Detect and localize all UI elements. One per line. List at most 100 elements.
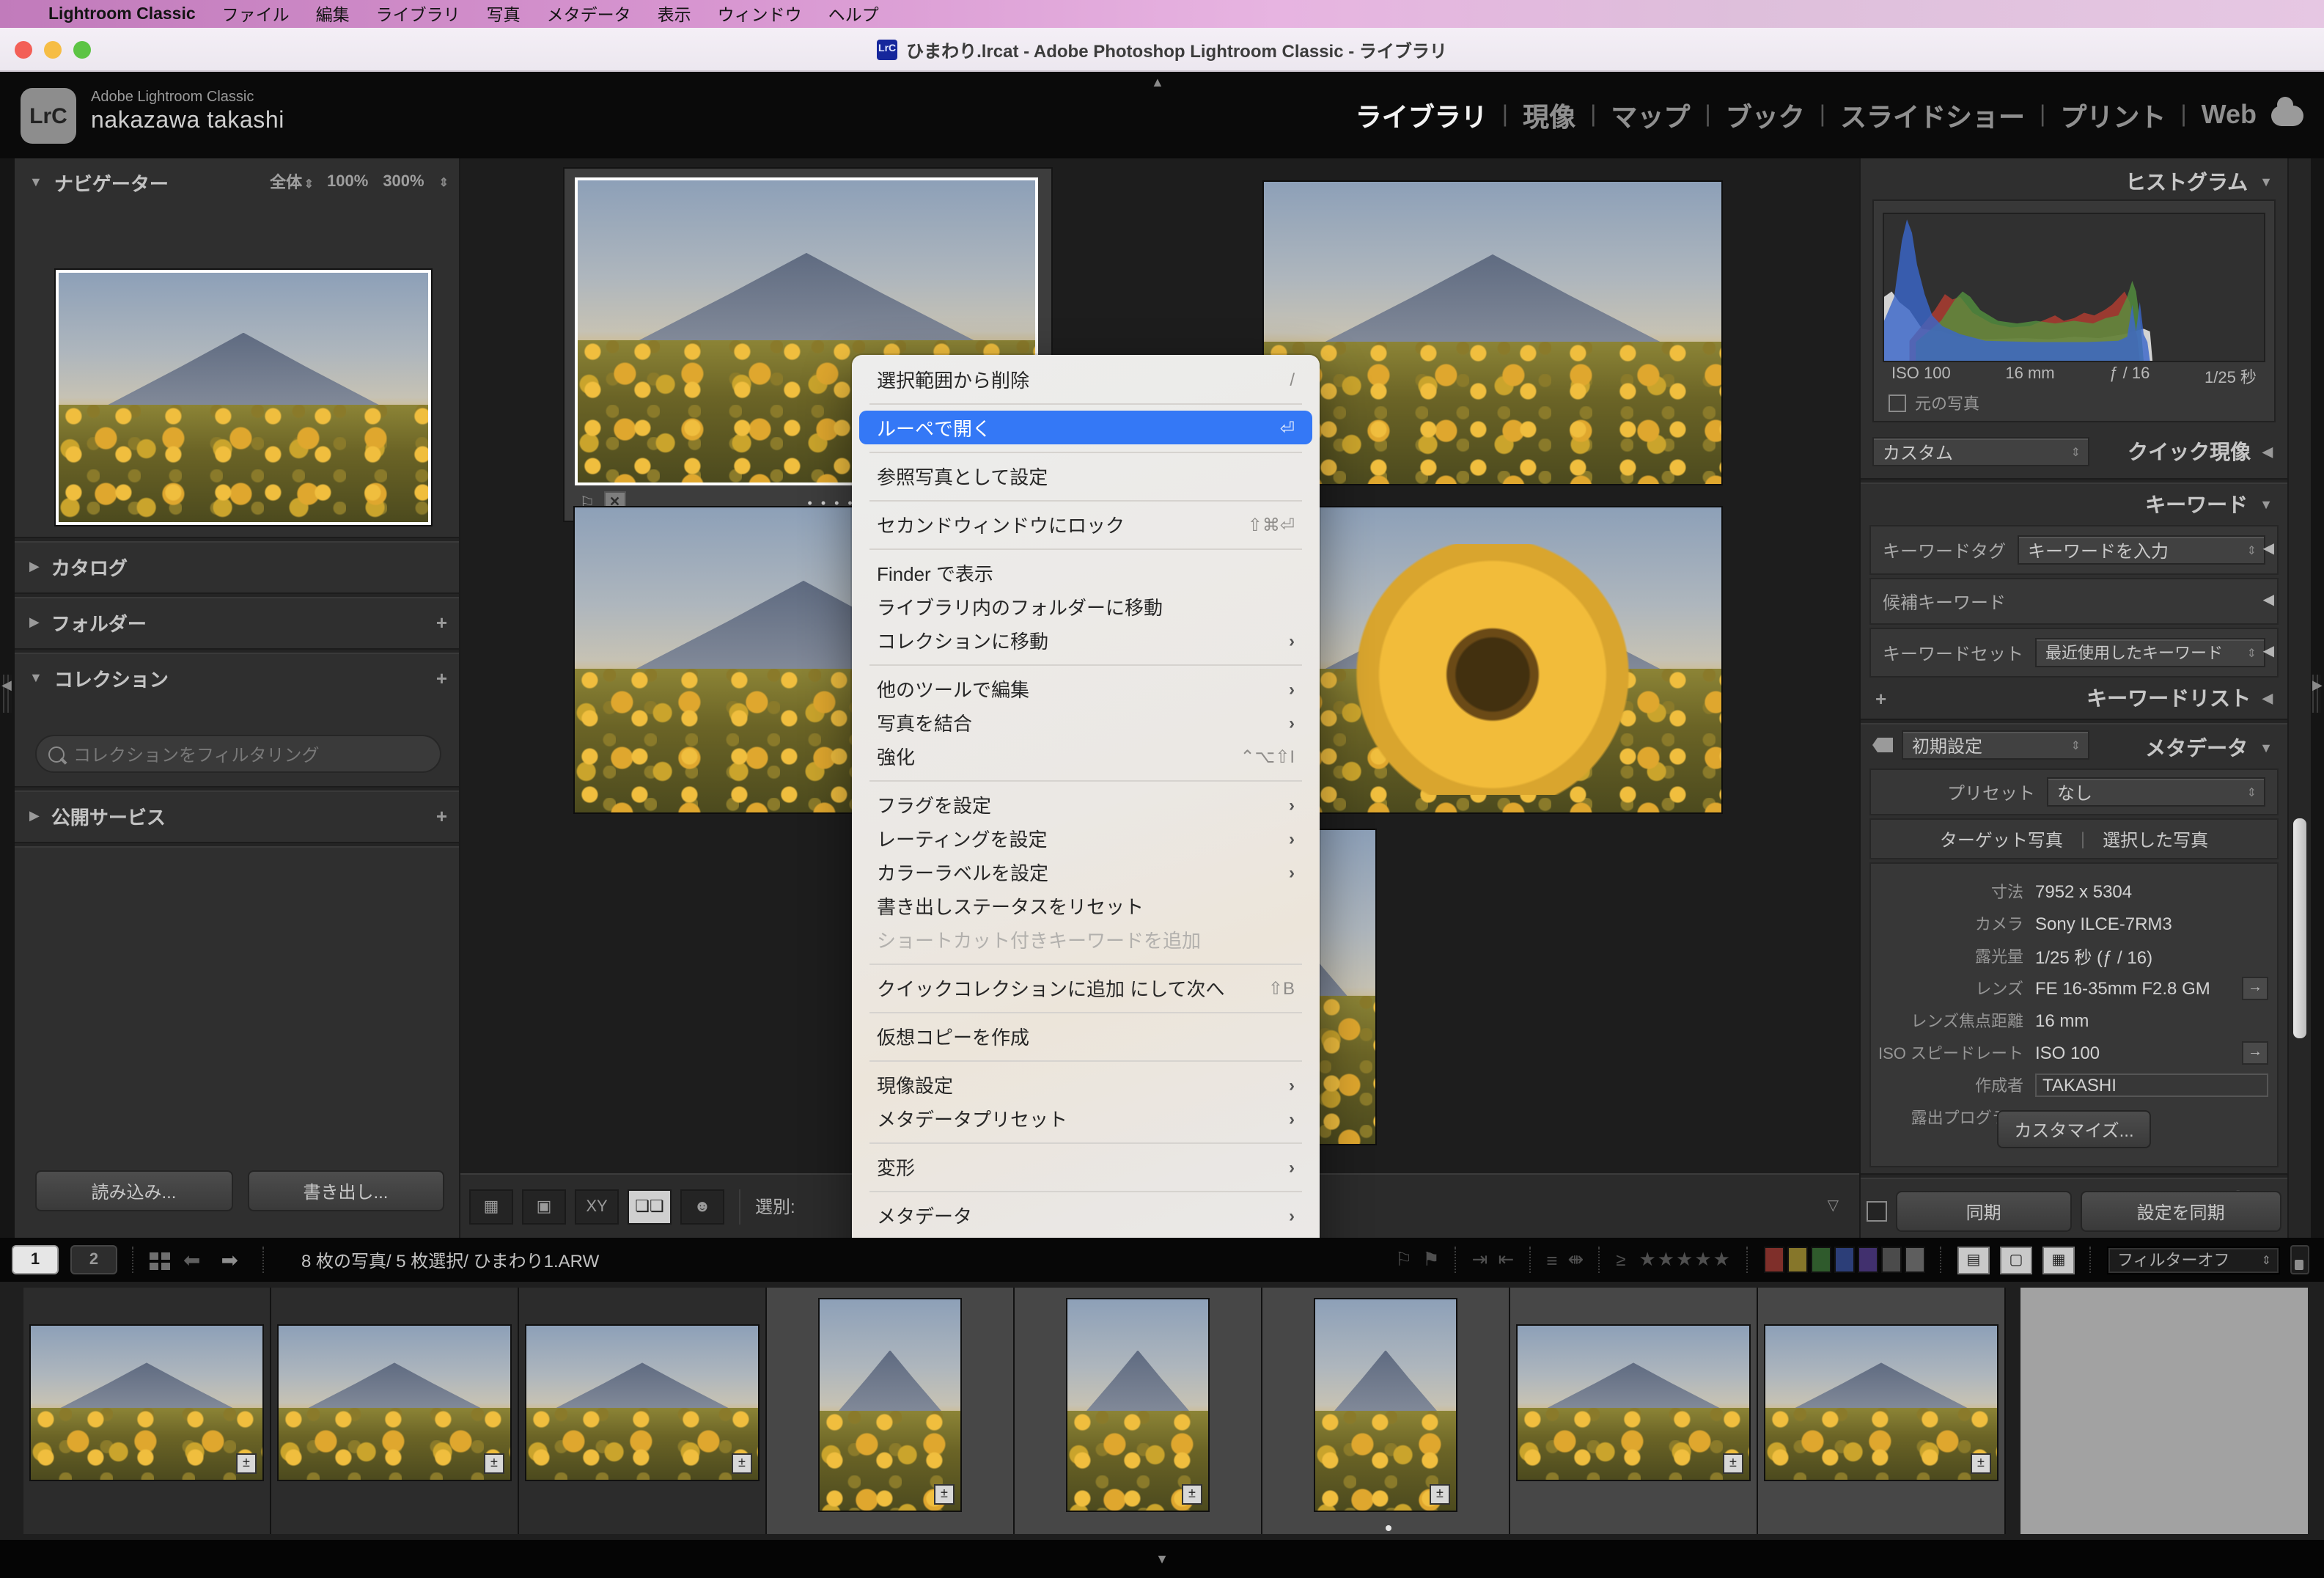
context-menu-item-6[interactable]: セカンドウィンドウにロック⇧⌘⏎ [859,507,1312,541]
color-label-chip-2[interactable] [1811,1247,1831,1273]
selected-photo-button[interactable]: 選択した写真 [2103,826,2208,851]
photo-thumbnail[interactable] [1264,507,1721,812]
chevron-left-icon[interactable]: ◀ [2263,541,2274,557]
navigator-zoom-100[interactable]: 100% [327,173,368,191]
filmstrip-thumbnail[interactable]: ± [820,1299,960,1511]
context-menu-item-14[interactable]: 強化⌃⌥⇧I [859,739,1312,773]
navigator-zoom-300[interactable]: 300% [383,173,424,191]
collection-filter-input[interactable]: コレクションをフィルタリング [35,735,441,773]
next-photo-icon[interactable]: ➡ [221,1247,238,1272]
metadata-header[interactable]: メタデータ ▼ [1875,733,2273,763]
loupe-view-icon[interactable]: ▣ [522,1189,566,1224]
chevron-left-icon[interactable]: ◀ [2263,644,2274,660]
navigator-preview-image[interactable] [56,270,431,525]
export-button[interactable]: 書き出し... [247,1170,444,1211]
collapse-right-panel-icon[interactable]: ▶ [2312,678,2323,694]
metadata-value[interactable]: 1/25 秒 (ƒ / 16) [2035,944,2268,969]
unflagged-icon[interactable]: ⚑ [1422,1248,1439,1271]
target-photo-button[interactable]: ターゲット写真 [1940,826,2063,851]
context-menu-item-12[interactable]: 他のツールで編集› [859,672,1312,705]
filmstrip-thumbnail[interactable]: ± [31,1326,262,1480]
color-label-chip-5[interactable] [1881,1247,1902,1273]
grid-view-shortcut-icon[interactable] [150,1249,173,1270]
compare-view-icon[interactable]: XY [575,1189,619,1224]
videos-filter-icon[interactable]: ▦ [2042,1246,2075,1274]
original-photo-checkbox[interactable]: 元の写真 [1889,392,1979,415]
main-window-button[interactable]: 1 [12,1245,59,1274]
master-photos-filter-icon[interactable]: ▤ [1957,1246,1990,1274]
menubar-item-6[interactable]: 表示 [644,2,705,26]
scrollbar-thumb[interactable] [2293,818,2306,1038]
metadata-value[interactable]: Sony ILCE-7RM3 [2035,914,2268,934]
context-menu-item-8[interactable]: Finder で表示 [859,556,1312,590]
color-label-chip-6[interactable] [1905,1247,1925,1273]
color-label-chip-4[interactable] [1858,1247,1878,1273]
context-menu-item-18[interactable]: カラーラベルを設定› [859,855,1312,889]
quick-develop-header[interactable]: クイック現像 ◀ [1875,437,2273,466]
filmstrip-cell-2[interactable]: ± [519,1288,767,1534]
adjustment-badge-icon[interactable]: ± [934,1484,955,1505]
adjustment-badge-icon[interactable]: ± [1723,1453,1743,1474]
context-menu-item-4[interactable]: 参照写真として設定 [859,459,1312,493]
navigator-zoom-stepper-icon[interactable]: ⇕ [439,175,447,188]
metadata-preset-dropdown[interactable]: なし⇕ [2047,777,2265,807]
metadata-value[interactable]: ISO 100 [2035,1043,2230,1063]
sync-button[interactable]: 同期 [1896,1191,2071,1232]
filter-toggle-switch[interactable] [2290,1245,2309,1274]
filmstrip-thumbnail[interactable]: ± [1765,1326,1997,1480]
module-tab-6[interactable]: Web [2202,100,2257,131]
second-window-button[interactable]: 2 [70,1245,117,1274]
filter-preset-dropdown[interactable]: フィルターオフ ⇕ [2107,1246,2280,1274]
navigator-fit-option[interactable]: 全体 ⇕ [270,170,312,194]
histogram-header[interactable]: ヒストグラム ▼ [1875,167,2273,197]
right-panel-scrollbar[interactable] [2287,158,2311,1238]
virtual-copies-filter-icon[interactable]: ▢ [2000,1246,2032,1274]
filmstrip-cell-5[interactable]: ± [1262,1288,1510,1534]
rating-operator[interactable]: ≥ [1616,1249,1625,1270]
sync-settings-button[interactable]: 設定を同期 [2080,1191,2281,1232]
filmstrip-thumbnail[interactable]: ± [1067,1299,1208,1511]
filmstrip-cell-3[interactable]: ± [767,1288,1015,1534]
cloud-sync-icon[interactable] [2271,105,2303,125]
filmstrip-thumbnail[interactable]: ± [1315,1299,1456,1511]
menubar-item-1[interactable]: ファイル [209,2,303,26]
module-tab-4[interactable]: スライドショー [1840,96,2025,134]
metadata-value[interactable]: 16 mm [2035,1010,2268,1031]
menubar-item-3[interactable]: ライブラリ [363,2,474,26]
metadata-action-icon[interactable]: → [2242,1041,2268,1065]
survey-view-icon[interactable]: ❏❏ [628,1189,672,1224]
chevron-left-icon[interactable]: ◀ [2263,592,2274,609]
rejected-filter-icon[interactable]: ⇤ [1498,1248,1514,1271]
adjustment-badge-icon[interactable]: ± [1430,1484,1450,1505]
add-folder-icon[interactable]: + [436,611,447,633]
adjustment-badge-icon[interactable]: ± [236,1453,257,1474]
histogram-plot[interactable] [1883,213,2265,362]
add-publish-service-icon[interactable]: + [436,804,447,826]
context-menu-item-27[interactable]: メタデータプリセット› [859,1101,1312,1135]
collapse-left-panel-icon[interactable]: ◀ [1,678,12,694]
context-menu-item-9[interactable]: ライブラリ内のフォルダーに移動 [859,590,1312,623]
context-menu-item-31[interactable]: メタデータ› [859,1198,1312,1232]
color-label-chip-3[interactable] [1834,1247,1855,1273]
add-collection-icon[interactable]: + [436,667,447,689]
filmstrip-thumbnail[interactable]: ± [1518,1326,1749,1480]
filmstrip-cell-6[interactable]: ± [1510,1288,1758,1534]
sync-checkbox[interactable] [1867,1201,1887,1222]
flagged-filter-icon[interactable]: ⇥ [1472,1248,1488,1271]
adjustment-badge-icon[interactable]: ± [1971,1453,1991,1474]
sidebar-item-collections[interactable]: ▼ コレクション + [29,660,447,695]
import-button[interactable]: 読み込み... [35,1170,232,1211]
module-tab-2[interactable]: マップ [1611,96,1690,134]
menubar-item-8[interactable]: ヘルプ [815,2,892,26]
photo-thumbnail[interactable] [1264,182,1721,484]
metadata-action-icon[interactable]: → [2242,977,2268,1000]
menubar-item-4[interactable]: 写真 [474,2,534,26]
filmstrip-cell-1[interactable]: ± [271,1288,519,1534]
adjustment-badge-icon[interactable]: ± [732,1453,752,1474]
context-menu-item-17[interactable]: レーティングを設定› [859,821,1312,855]
keyword-list-header[interactable]: + キーワードリスト ◀ [1875,683,2273,713]
context-menu-item-19[interactable]: 書き出しステータスをリセット [859,889,1312,922]
adjustment-badge-icon[interactable]: ± [1182,1484,1202,1505]
keywording-header[interactable]: キーワード ▼ [1875,490,2273,519]
unedited-filter-icon[interactable]: ⇼ [1567,1248,1584,1271]
